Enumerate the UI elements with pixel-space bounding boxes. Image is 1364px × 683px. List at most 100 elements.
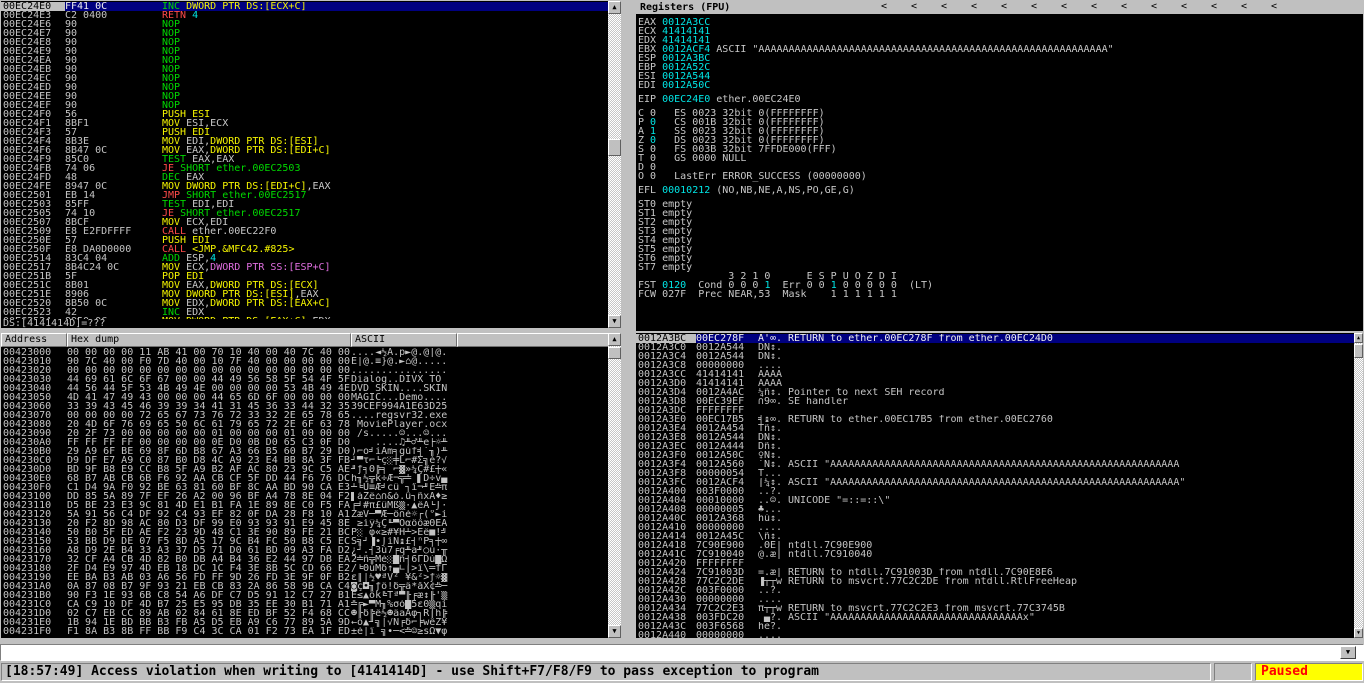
pane-mode-button[interactable]: <: [1121, 1, 1151, 14]
pane-mode-button[interactable]: <: [1091, 1, 1121, 14]
disasm-row[interactable]: 00EC250E 57 PUSH EDI: [1, 236, 608, 246]
hexdump-row[interactable]: 00423030 44 69 61 6C 6F 67 00 00 44 49 56…: [1, 375, 608, 385]
disasm-row[interactable]: 00EC2503 85FF TEST EDI,EDI: [1, 200, 608, 210]
scrollbar-thumb[interactable]: [608, 347, 621, 359]
register-line[interactable]: ESP 0012A3BC: [638, 54, 1363, 64]
hexdump-pane[interactable]: Address Hex dump ASCII 00423000 00 00 00 …: [1, 333, 621, 638]
hexdump-scrollbar[interactable]: ▲ ▼: [608, 333, 621, 638]
pane-mode-button[interactable]: <: [971, 1, 1001, 14]
hexdump-row[interactable]: 00423110 D5 BE 23 E3 9C 81 4D E1 B1 FA 1E…: [1, 501, 608, 511]
command-input[interactable]: [3, 645, 1333, 660]
disasm-row[interactable]: 00EC24EF 90 NOP: [1, 101, 608, 111]
hexdump-row[interactable]: 004230D0 BD 9F B8 E9 CC B8 5F A9 B2 AF AC…: [1, 465, 608, 475]
register-line[interactable]: EIP 00EC24E0 ether.00EC24E0: [638, 95, 1363, 105]
pane-mode-button[interactable]: <: [911, 1, 941, 14]
register-line[interactable]: ST4 empty: [638, 236, 1363, 246]
scroll-up-icon[interactable]: ▲: [608, 1, 621, 14]
stack-pane[interactable]: 0012A3BC 00EC278F Å'∞. RETURN to ether.00EC…: [636, 333, 1363, 638]
register-line[interactable]: ST3 empty: [638, 227, 1363, 237]
hexdump-row[interactable]: 00423190 EE BA B3 AB 03 A6 56 FD FF 9D 26…: [1, 573, 608, 583]
disasm-row[interactable]: 00EC24ED 90 NOP: [1, 83, 608, 93]
scrollbar-thumb[interactable]: [608, 139, 621, 156]
disasm-row[interactable]: 00EC2520 8B50 0C MOV EDX,DWORD PTR DS:[EAX…: [1, 299, 608, 309]
disasm-row[interactable]: 00EC24E8 90 NOP: [1, 38, 608, 48]
hexdump-row[interactable]: 004231D0 02 C7 EB CC 89 AB 02 84 61 8E ED…: [1, 609, 608, 619]
scroll-down-icon[interactable]: ▼: [608, 315, 621, 328]
hexdump-row[interactable]: 00423070 00 00 00 00 72 65 67 73 76 72 33…: [1, 411, 608, 421]
register-line[interactable]: ST5 empty: [638, 245, 1363, 255]
hexdump-row[interactable]: 00423150 53 BB D9 DE 07 F5 8D A5 17 9C B4…: [1, 537, 608, 547]
registers-pane[interactable]: Registers (FPU) < < < < < < < < < < < < < < EAX 0012A…: [636, 1, 1363, 331]
register-line[interactable]: ST2 empty: [638, 218, 1363, 228]
register-line[interactable]: ST6 empty: [638, 254, 1363, 264]
register-line[interactable]: ST0 empty: [638, 200, 1363, 210]
disasm-row[interactable]: 00EC24F0 56 PUSH ESI: [1, 110, 608, 120]
pane-mode-button[interactable]: <: [1211, 1, 1241, 14]
hexdump-row[interactable]: 00423090 20 2F 73 00 00 00 00 00 01 00 00…: [1, 429, 608, 439]
disasm-row[interactable]: 00EC24E3 C2 0400 RETN 4: [1, 11, 608, 21]
disasm-row[interactable]: 00EC24FB 74 06 JE SHORT ether.00EC2503: [1, 164, 608, 174]
pane-mode-button[interactable]: <: [1001, 1, 1031, 14]
pane-mode-button[interactable]: <: [941, 1, 971, 14]
hexdump-row[interactable]: 004231E0 1B 94 1E BD BB B3 FB A5 D5 EB A9…: [1, 618, 608, 628]
pane-mode-button[interactable]: <: [1061, 1, 1091, 14]
disasm-row[interactable]: 00EC24E9 90 NOP: [1, 47, 608, 57]
pane-mode-button[interactable]: <: [1241, 1, 1271, 14]
hexdump-row[interactable]: 004230B0 29 A9 6F BE 69 8F 6D B8 67 A3 66…: [1, 447, 608, 457]
stack-scrollbar[interactable]: ▲ ▼: [1354, 333, 1363, 638]
scroll-down-icon[interactable]: ▼: [1354, 628, 1363, 638]
disasm-row[interactable]: 00EC24EE 90 NOP: [1, 92, 608, 102]
scrollbar-thumb[interactable]: [1354, 344, 1363, 358]
register-line[interactable]: EDI 0012A50C: [638, 81, 1363, 91]
register-line[interactable]: O 0 LastErr ERROR_SUCCESS (00000000): [638, 172, 1363, 182]
pane-mode-button[interactable]: <: [881, 1, 911, 14]
disasm-row[interactable]: 00EC2505 74 10 JE SHORT ether.00EC2517: [1, 209, 608, 219]
disasm-row[interactable]: 00EC24F1 8BF1 MOV ESI,ECX: [1, 119, 608, 129]
hexdump-row[interactable]: 004231A0 0A 87 08 B7 9F 93 21 EB CB 83 2A…: [1, 582, 608, 592]
disasm-row[interactable]: 00EC2501 EB 14 JMP SHORT ether.00EC2517: [1, 191, 608, 201]
register-line[interactable]: FCW 027F Prec NEAR,53 Mask 1 1 1 1 1 1: [638, 290, 1363, 300]
disasm-row[interactable]: 00EC24F9 85C0 TEST EAX,EAX: [1, 155, 608, 165]
scroll-up-icon[interactable]: ▲: [608, 333, 621, 346]
hexdump-row[interactable]: 00423060 33 39 43 45 46 39 39 34 41 31 45…: [1, 402, 608, 412]
register-line[interactable]: EFL 00010212 (NO,NB,NE,A,NS,PO,GE,G): [638, 186, 1363, 196]
hexdump-row[interactable]: 00423120 5A 91 56 C4 DF 92 C4 93 EF 82 0F…: [1, 510, 608, 520]
stack-row[interactable]: 0012A440 00000000....: [636, 631, 1354, 639]
disasm-row[interactable]: 00EC24E7 90 NOP: [1, 29, 608, 39]
hexdump-row[interactable]: 00423010 90 7C 40 00 F0 7D 40 00 10 7F 40…: [1, 357, 608, 367]
register-line[interactable]: EBP 0012A52C: [638, 63, 1363, 73]
hexdump-row[interactable]: 00423040 44 56 44 5F 53 4B 49 4E 00 00 00…: [1, 384, 608, 394]
disasm-row[interactable]: 00EC2517 8B4C24 0C MOV ECX,DWORD PTR SS:[E…: [1, 263, 608, 273]
hexdump-row[interactable]: 00423170 32 CF A4 CB 4D 82 B0 DB A4 B4 36…: [1, 555, 608, 565]
hexdump-row[interactable]: 00423140 50 B0 5F ED AE F2 23 9D 48 C1 3E…: [1, 528, 608, 538]
pane-mode-button[interactable]: <: [1031, 1, 1061, 14]
scroll-down-icon[interactable]: ▼: [608, 625, 621, 638]
hexdump-row[interactable]: 00423000 00 00 00 00 11 AB 41 00 70 10 40…: [1, 348, 608, 358]
hexdump-row[interactable]: 004231C0 CA C9 10 DF 4D B7 25 E5 95 DB 35…: [1, 600, 608, 610]
pane-mode-button[interactable]: <: [1271, 1, 1301, 14]
register-line[interactable]: ECX 41414141: [638, 27, 1363, 37]
hexdump-row[interactable]: 004231B0 90 F3 1E 93 6B C8 54 A6 DF C7 D5…: [1, 591, 608, 601]
hexdump-row[interactable]: 00423180 2F D4 E9 97 4D EB 18 DC 1C F4 3E…: [1, 564, 608, 574]
hexdump-row[interactable]: 004230F0 C1 D4 9A F0 92 BE 63 81 60 BF 8C…: [1, 483, 608, 493]
hexdump-row[interactable]: 004230E0 68 B7 AB CB 6B F6 92 AA CB CF 5F…: [1, 474, 608, 484]
hexdump-row[interactable]: 00423080 20 4D 6F 76 69 65 50 6C 61 79 65…: [1, 420, 608, 430]
disassembly-scrollbar[interactable]: ▲ ▼: [608, 1, 621, 328]
register-line[interactable]: S 0 FS 003B 32bit 7FFDE000(FFF): [638, 145, 1363, 155]
disasm-row[interactable]: 00EC24E0 FF41 0C INC DWORD PTR DS:[ECX+C]: [1, 2, 608, 12]
disasm-row[interactable]: 00EC250F E8 DA0D0000 CALL <JMP.&MFC42.#825…: [1, 245, 608, 255]
hexdump-row[interactable]: 00423050 4D 41 47 49 43 00 00 00 44 65 6D…: [1, 393, 608, 403]
disasm-row[interactable]: 00EC2507 8BCF MOV ECX,EDI: [1, 218, 608, 228]
register-line[interactable]: ST1 empty: [638, 209, 1363, 219]
pane-mode-button[interactable]: <: [1181, 1, 1211, 14]
register-line[interactable]: EAX 0012A3CC: [638, 18, 1363, 28]
scroll-up-icon[interactable]: ▲: [1354, 333, 1363, 343]
disasm-row[interactable]: 00EC24E6 90 NOP: [1, 20, 608, 30]
register-line[interactable]: EBX 0012ACF4 ASCII "AAAAAAAAAAAAAAAAAAAA…: [638, 45, 1363, 55]
hexdump-row[interactable]: 004231F0 F1 8A B3 8B FF BB F9 C4 3C CA 01…: [1, 627, 608, 637]
register-line[interactable]: ESI 0012A544: [638, 72, 1363, 82]
disasm-row[interactable]: 00EC24F6 8B47 0C MOV EAX,DWORD PTR DS:[EDI…: [1, 146, 608, 156]
disasm-row[interactable]: 00EC24EC 90 NOP: [1, 74, 608, 84]
hexdump-row[interactable]: 004230C0 D9 DF E7 A9 C0 87 B0 D8 4C A9 23…: [1, 456, 608, 466]
hexdump-row[interactable]: 00423160 A8 D9 2E B4 33 A3 37 D5 71 D0 61…: [1, 546, 608, 556]
